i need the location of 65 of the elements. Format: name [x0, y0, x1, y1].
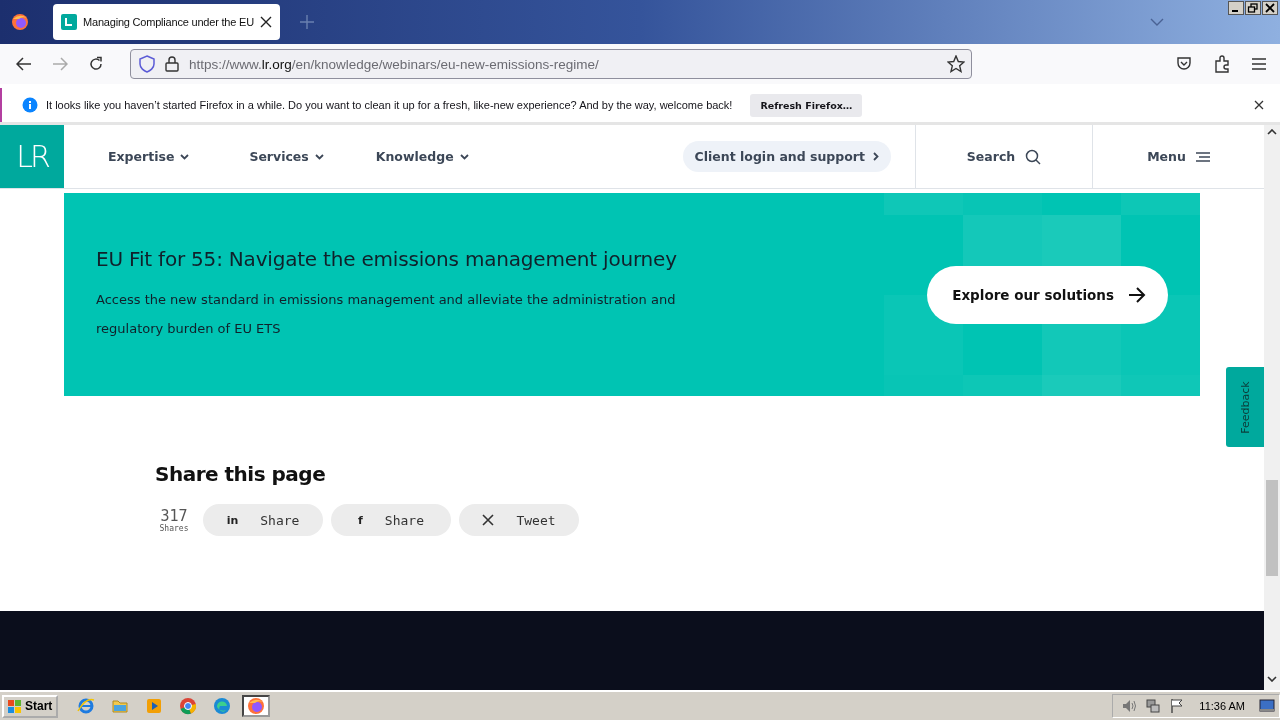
- ie-icon: [77, 697, 96, 715]
- taskbar-app[interactable]: [242, 695, 271, 717]
- chevron-down-icon: [459, 153, 469, 160]
- scroll-up-icon[interactable]: [1267, 129, 1277, 135]
- client-login-button[interactable]: Client login and support: [682, 141, 891, 172]
- reload-icon[interactable]: [88, 56, 104, 72]
- share-button[interactable]: Tweet: [459, 504, 579, 536]
- puzzle-icon[interactable]: [1214, 55, 1230, 73]
- star-icon[interactable]: [947, 55, 965, 73]
- feedback-tab[interactable]: Feedback: [1226, 367, 1264, 447]
- media-player-icon: [145, 697, 164, 715]
- address-bar[interactable]: https://www.lr.org/en/knowledge/webinars/eu-new-emissions-regime/: [130, 49, 972, 79]
- forward-icon: [52, 57, 68, 71]
- explore-button[interactable]: Explore our solutions: [927, 265, 1168, 324]
- firefox-icon: [247, 697, 266, 715]
- search-button[interactable]: Search: [915, 125, 1092, 188]
- nav-link[interactable]: Knowledge: [375, 149, 469, 164]
- pocket-icon[interactable]: [1176, 56, 1192, 72]
- chevron-right-icon: [873, 152, 879, 161]
- restore-icon[interactable]: [1245, 1, 1261, 15]
- minimize-icon[interactable]: [1228, 1, 1244, 15]
- share-button[interactable]: in Share: [203, 504, 323, 536]
- nav-link[interactable]: Services: [249, 149, 324, 164]
- menu-icon[interactable]: [1252, 58, 1266, 70]
- refresh-button[interactable]: Refresh Firefox…: [750, 93, 863, 117]
- show-desktop-icon[interactable]: [1259, 699, 1275, 713]
- chevron-down-icon: [180, 153, 190, 160]
- x-icon: [482, 514, 495, 526]
- banner-text: Access the new standard in emissions management and alleviate the administration and regulatory burden of EU ETS: [96, 290, 676, 338]
- share-button[interactable]: f Share: [331, 504, 451, 536]
- chrome-icon: [179, 697, 198, 715]
- firefox-icon[interactable]: [11, 13, 29, 31]
- search-icon: [1025, 148, 1042, 165]
- clock: 11:36 AM: [1199, 700, 1245, 712]
- scroll-down-icon[interactable]: [1267, 676, 1277, 682]
- close-icon[interactable]: [1262, 1, 1278, 15]
- menu-icon: [1195, 151, 1210, 162]
- url-text: https://www.lr.org/en/knowledge/webinars/eu-new-emissions-regime/: [189, 56, 599, 72]
- info-icon: [22, 97, 38, 113]
- scroll-thumb[interactable]: [1266, 480, 1278, 576]
- tab-title: Managing Compliance under the EU: [83, 16, 254, 28]
- network-icon[interactable]: [1145, 698, 1162, 714]
- edge-icon: [213, 697, 232, 715]
- close-icon[interactable]: [1254, 100, 1264, 110]
- scrollbar[interactable]: [1264, 125, 1280, 690]
- arrow-right-icon: [1128, 286, 1146, 303]
- facebook-icon: f: [358, 513, 363, 527]
- share-count-label: Shares: [159, 523, 189, 533]
- windows-logo-icon: [8, 699, 22, 713]
- chevron-down-icon: [314, 153, 324, 160]
- close-icon[interactable]: [259, 16, 272, 28]
- folder-icon: [111, 697, 130, 715]
- banner-title: EU Fit for 55: Navigate the emissions management journey: [96, 246, 678, 271]
- linkedin-icon: in: [226, 513, 239, 527]
- start-button[interactable]: Start: [2, 694, 59, 718]
- lock-icon: [165, 56, 179, 72]
- tab-favicon-icon: [61, 14, 77, 30]
- speaker-icon[interactable]: [1121, 698, 1138, 714]
- share-count: 317: [160, 507, 188, 524]
- browser-tab[interactable]: Managing Compliance under the EU: [53, 4, 280, 40]
- nav-link[interactable]: Expertise: [108, 149, 190, 164]
- back-icon[interactable]: [16, 57, 32, 71]
- notification-text: It looks like you haven’t started Firefox in a while. Do you want to clean it up for a fresh, like-new experience? And by the way, welcome back!: [46, 99, 733, 111]
- shield-icon: [139, 55, 155, 73]
- share-heading: Share this page: [155, 462, 327, 486]
